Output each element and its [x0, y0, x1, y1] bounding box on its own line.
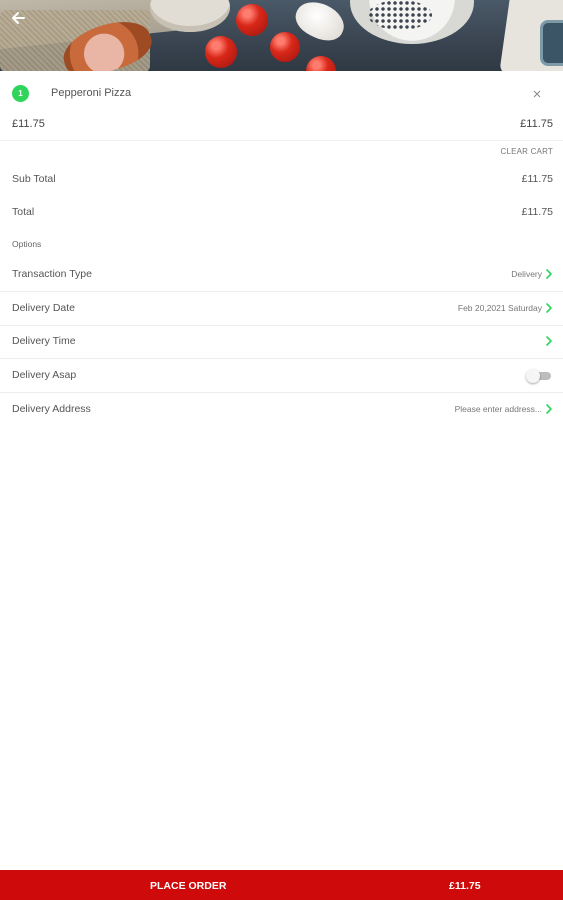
banner-garlic [290, 0, 350, 47]
chevron-right-icon [546, 336, 552, 346]
total-row: Total £11.75 [0, 199, 563, 227]
banner-tomato [236, 4, 268, 36]
total-value: £11.75 [521, 206, 553, 218]
item-line-total: £11.75 [520, 118, 553, 130]
item-name: Pepperoni Pizza [51, 87, 132, 99]
options-header: Options [12, 239, 42, 249]
subtotal-label: Sub Total [12, 173, 56, 185]
header-banner-image [0, 0, 563, 71]
cart-item-price-row: £11.75 £11.75 [0, 115, 563, 135]
delivery-time-label: Delivery Time [12, 335, 76, 347]
delivery-time-row[interactable]: Delivery Time [0, 325, 563, 359]
back-button[interactable] [8, 8, 28, 28]
close-icon [533, 90, 541, 98]
chevron-right-icon [546, 303, 552, 313]
delivery-date-row[interactable]: Delivery Date Feb 20,2021 Saturday [0, 292, 563, 326]
delivery-date-value: Feb 20,2021 Saturday [457, 303, 542, 313]
order-total: £11.75 [449, 880, 481, 892]
total-label: Total [12, 206, 35, 218]
banner-tomato [306, 56, 336, 71]
divider [0, 140, 563, 141]
delivery-asap-toggle[interactable] [526, 369, 552, 383]
delivery-asap-row: Delivery Asap [0, 359, 563, 393]
banner-plate-detail [540, 20, 563, 66]
delivery-address-label: Delivery Address [12, 403, 91, 415]
subtotal-row: Sub Total £11.75 [0, 166, 563, 194]
banner-tomato [205, 36, 237, 68]
delivery-address-value: Please enter address... [454, 404, 542, 414]
transaction-type-row[interactable]: Transaction Type Delivery [0, 258, 563, 292]
item-unit-price: £11.75 [12, 118, 45, 130]
banner-peppercorns [368, 0, 432, 30]
delivery-asap-label: Delivery Asap [12, 369, 77, 381]
chevron-right-icon [546, 404, 552, 414]
quantity-badge: 1 [12, 85, 29, 102]
clear-cart-button[interactable]: CLEAR CART [500, 147, 553, 156]
place-order-button[interactable]: PLACE ORDER [150, 880, 226, 892]
delivery-date-label: Delivery Date [12, 302, 76, 314]
cart-item: 1 Pepperoni Pizza [0, 80, 563, 108]
chevron-right-icon [546, 269, 552, 279]
toggle-knob [526, 369, 540, 383]
delivery-address-row[interactable]: Delivery Address Please enter address... [0, 393, 563, 426]
place-order-bar[interactable]: PLACE ORDER £11.75 [0, 870, 563, 900]
transaction-type-label: Transaction Type [12, 268, 92, 280]
banner-tomato [270, 32, 300, 62]
transaction-type-value: Delivery [511, 269, 542, 279]
arrow-left-icon [12, 12, 25, 24]
remove-item-button[interactable] [529, 86, 545, 102]
subtotal-value: £11.75 [521, 173, 553, 185]
